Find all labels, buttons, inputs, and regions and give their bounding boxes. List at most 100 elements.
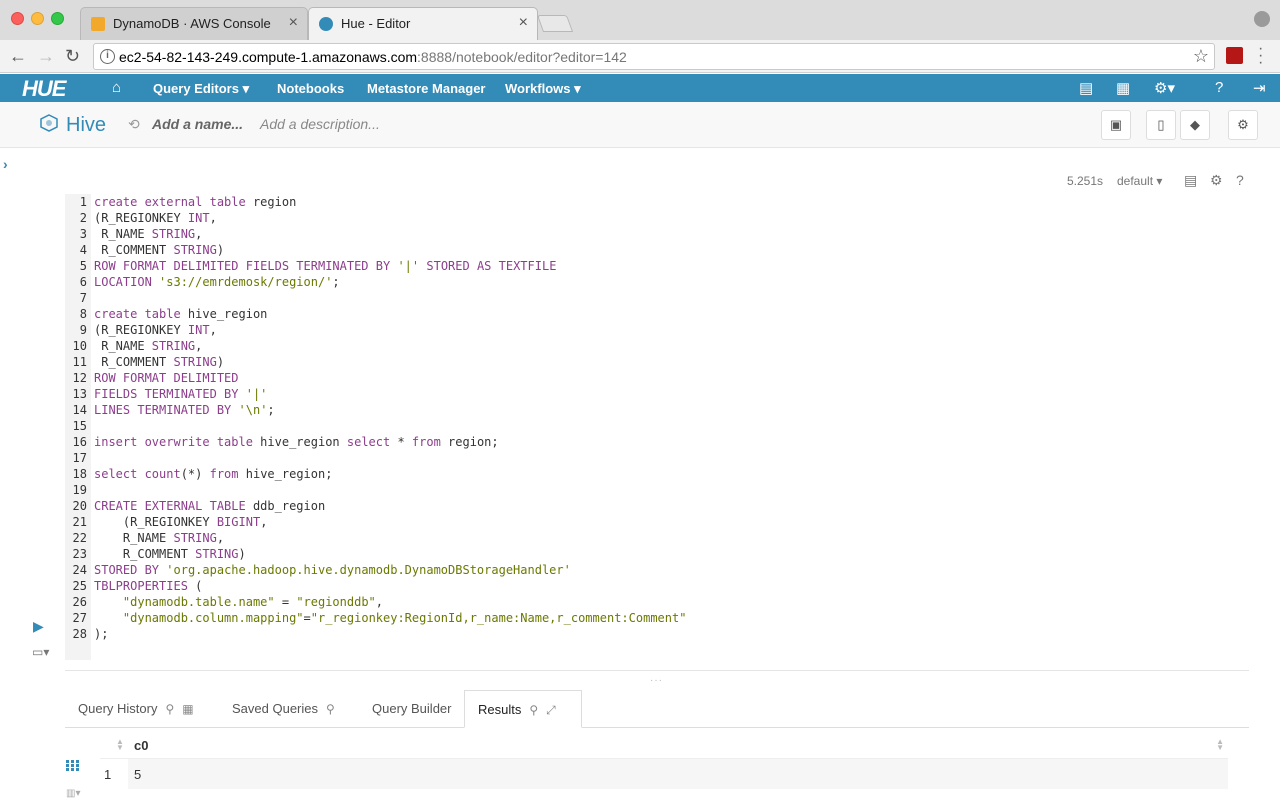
search-icon[interactable]: ⚲ <box>326 702 335 716</box>
line-number: 1 <box>79 195 87 209</box>
line-number: 27 <box>72 611 87 625</box>
line-number: 13 <box>72 387 87 401</box>
session-settings-icon[interactable]: ⚙ <box>1228 110 1258 140</box>
editor-divider <box>65 670 1249 671</box>
format-document-icon[interactable]: ▤ <box>1184 172 1197 189</box>
code-text: CREATE EXTERNAL TABLE ddb_region <box>94 499 326 513</box>
back-arrow-icon[interactable]: ← <box>9 46 27 67</box>
tab-label: DynamoDB · AWS Console <box>113 16 271 31</box>
close-window-button[interactable] <box>11 12 24 25</box>
column-header[interactable]: c0 <box>134 738 148 753</box>
snippet-settings-icon[interactable]: ⚙ <box>1210 172 1223 189</box>
browser-toolbar: ← → ↻ i ec2-54-82-143-249.compute-1.amaz… <box>0 40 1280 73</box>
hive-logo-icon <box>40 114 58 132</box>
database-selector[interactable]: default ▾ <box>1117 174 1162 188</box>
code-text: create external table region <box>94 195 297 209</box>
nav-workflows[interactable]: Workflows ▾ <box>505 81 581 97</box>
line-number: 25 <box>72 579 87 593</box>
execution-time: 5.251s <box>1067 174 1104 188</box>
line-number: 23 <box>72 547 87 561</box>
code-editor[interactable]: 1 create external table region 2 (R_REGIONK… <box>65 194 1249 660</box>
line-number: 19 <box>72 483 87 497</box>
reload-icon[interactable]: ↻ <box>65 46 80 67</box>
code-text: (R_REGIONKEY INT, <box>94 211 217 225</box>
editor-header: Hive ⟲ Add a name... Add a description..… <box>0 102 1280 148</box>
browser-tab-bar: DynamoDB · AWS Console × Hue - Editor × <box>0 0 1280 40</box>
line-number: 12 <box>72 371 87 385</box>
browser-tab-hue-editor[interactable]: Hue - Editor × <box>308 7 538 40</box>
line-number: 2 <box>79 211 87 225</box>
nav-metastore-manager[interactable]: Metastore Manager <box>367 81 485 96</box>
chart-view-icon[interactable]: ▥▾ <box>66 788 80 799</box>
search-icon[interactable]: ⚲ <box>165 702 174 716</box>
code-text: create table hive_region <box>94 307 268 321</box>
save-icon[interactable]: ▣ <box>1101 110 1131 140</box>
forward-arrow-icon[interactable]: → <box>37 46 55 67</box>
nav-query-editors[interactable]: Query Editors ▾ <box>153 81 249 97</box>
code-text: insert overwrite table hive_region selec… <box>94 435 499 449</box>
code-text: FIELDS TERMINATED BY '|' <box>94 387 268 401</box>
line-number: 8 <box>79 307 87 321</box>
bookmark-star-icon[interactable]: ☆ <box>1193 46 1209 67</box>
logout-icon[interactable]: ⇥ <box>1253 79 1266 97</box>
line-number: 14 <box>72 403 87 417</box>
editor-type-title: Hive <box>66 114 107 136</box>
line-number: 24 <box>72 563 87 577</box>
new-document-icon[interactable]: ▯ <box>1146 110 1176 140</box>
history-icon[interactable]: ⟲ <box>128 116 140 133</box>
query-name-field[interactable]: Add a name... <box>152 116 243 132</box>
snippet-help-icon[interactable]: ? <box>1236 172 1244 188</box>
new-tab-button[interactable] <box>536 15 574 32</box>
code-text: ROW FORMAT DELIMITED <box>94 371 239 385</box>
home-icon[interactable]: ⌂ <box>112 79 121 96</box>
nav-notebooks[interactable]: Notebooks <box>277 81 344 96</box>
profile-icon[interactable] <box>1254 11 1270 27</box>
table-cell[interactable]: 5 <box>128 759 1228 789</box>
info-icon[interactable]: i <box>100 49 115 64</box>
address-bar[interactable]: i ec2-54-82-143-249.compute-1.amazonaws.… <box>93 43 1215 70</box>
resize-grip[interactable]: ··· <box>650 675 663 686</box>
close-tab-icon[interactable]: × <box>289 14 298 32</box>
browser-menu-icon[interactable]: · · · <box>1258 41 1263 71</box>
help-icon[interactable]: ? <box>1215 79 1223 96</box>
sort-icon[interactable]: ▲ ▼ <box>116 738 124 752</box>
code-text: R_COMMENT STRING) <box>94 355 225 369</box>
table-icon[interactable]: ▦ <box>1116 79 1130 97</box>
line-number: 3 <box>79 227 87 241</box>
chevron-down-icon: ▾ <box>242 81 250 96</box>
code-text: R_NAME STRING, <box>94 227 203 241</box>
tab-query-builder[interactable]: Query Builder <box>372 690 451 728</box>
calendar-icon[interactable]: ▦ <box>182 702 193 716</box>
maximize-window-button[interactable] <box>51 12 64 25</box>
code-text: TBLPROPERTIES ( <box>94 579 203 593</box>
sort-icon[interactable]: ▲ ▼ <box>1216 738 1224 752</box>
tab-label: Hue - Editor <box>341 16 411 31</box>
expand-icon[interactable]: ⤢ <box>546 703 556 717</box>
code-text: LOCATION 's3://emrdemosk/region/'; <box>94 275 340 289</box>
grid-view-icon[interactable] <box>66 760 79 771</box>
tab-query-history[interactable]: Query History ⚲ ▦ <box>78 690 194 728</box>
search-icon[interactable]: ⚲ <box>529 703 538 717</box>
query-description-field[interactable]: Add a description... <box>260 116 380 132</box>
execute-query-icon[interactable]: ▶ <box>33 618 44 635</box>
file-icon[interactable]: ▤ <box>1079 79 1093 97</box>
url-text: ec2-54-82-143-249.compute-1.amazonaws.co… <box>119 49 627 65</box>
line-number: 6 <box>79 275 87 289</box>
code-text: "dynamodb.column.mapping"="r_regionkey:R… <box>122 611 687 625</box>
close-tab-icon[interactable]: × <box>519 14 528 32</box>
tags-icon[interactable]: ◆ <box>1180 110 1210 140</box>
snippet-doc-icon[interactable]: ▭▾ <box>32 645 49 659</box>
tab-saved-queries[interactable]: Saved Queries ⚲ <box>232 690 335 728</box>
hue-logo[interactable]: HUE <box>22 76 66 102</box>
line-number: 21 <box>72 515 87 529</box>
toggle-left-panel-icon[interactable]: › <box>3 156 8 172</box>
code-text: "dynamodb.table.name" = "regionddb", <box>122 595 384 609</box>
settings-cogs-icon[interactable]: ⚙▾ <box>1154 79 1175 97</box>
code-text: ); <box>94 627 109 641</box>
tab-results[interactable]: Results ⚲ ⤢ <box>464 690 582 728</box>
code-text: LINES TERMINATED BY '\n'; <box>94 403 275 417</box>
code-text: R_NAME STRING, <box>94 339 203 353</box>
browser-tab-dynamodb[interactable]: DynamoDB · AWS Console × <box>80 7 308 40</box>
pdf-extension-icon[interactable] <box>1226 47 1243 64</box>
minimize-window-button[interactable] <box>31 12 44 25</box>
